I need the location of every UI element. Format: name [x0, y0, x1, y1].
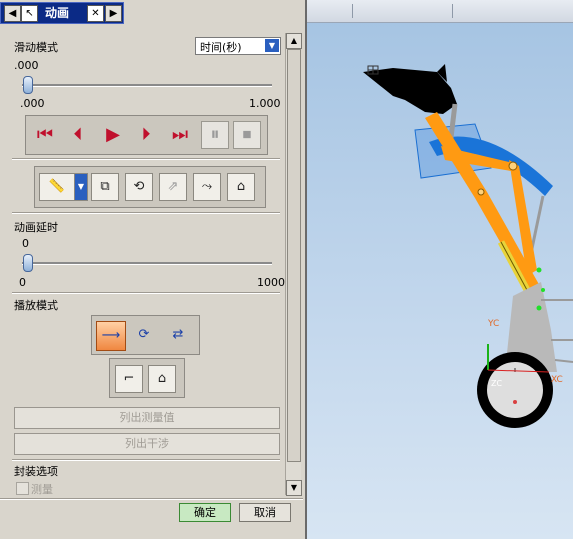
export-tool-icon[interactable]: ⌂: [227, 173, 255, 201]
step-back-icon[interactable]: ⏴: [64, 121, 92, 149]
last-frame-icon[interactable]: ⏭: [166, 121, 194, 149]
playback-controls: ⏮ ⏴ ▶ ⏵ ⏭ ⏸ ⏹: [25, 115, 268, 155]
step-forward-icon[interactable]: ⏵: [132, 121, 160, 149]
ok-button[interactable]: 确定: [179, 503, 231, 522]
dialog-scrollbar[interactable]: ▲ ▼: [285, 33, 302, 496]
divider: [12, 158, 280, 160]
3d-viewport[interactable]: YC XC ZC: [305, 0, 573, 539]
resize-arrow-icon[interactable]: ↖: [21, 5, 38, 22]
animation-dialog: ◀ ↖ 动画 ✕ ▶ 滑动模式 时间(秒) ▼ .000 .000 1.000 …: [0, 0, 307, 539]
pivot-1: [508, 161, 518, 171]
scroll-thumb[interactable]: [287, 49, 301, 462]
measure-checkbox[interactable]: [16, 482, 29, 495]
measure-tool-icon[interactable]: 📏: [39, 173, 75, 201]
pose-a-icon[interactable]: ⌐: [115, 365, 143, 393]
expand-right-icon[interactable]: ▶: [105, 5, 122, 22]
back-and-forth-icon[interactable]: ⇄: [164, 321, 192, 349]
pose-options: ⌐ ⌂: [109, 358, 185, 398]
delay-slider-thumb[interactable]: [23, 254, 33, 272]
delay-min-label: 0: [19, 276, 26, 289]
time-slider-thumb[interactable]: [23, 76, 33, 94]
divider: [12, 459, 280, 461]
explode-tool-icon[interactable]: ⇗: [159, 173, 187, 201]
scroll-down-icon[interactable]: ▼: [286, 480, 302, 496]
animation-delay-label: 动画延时: [14, 221, 58, 234]
play-mode-label: 播放模式: [14, 299, 58, 312]
slider-max-label: 1.000: [249, 97, 281, 110]
delay-current-value: 0: [22, 237, 29, 250]
first-frame-icon[interactable]: ⏮: [31, 121, 59, 149]
slider-mode-dropdown[interactable]: 时间(秒) ▼: [195, 37, 281, 55]
play-once-icon[interactable]: ⟶: [96, 321, 126, 351]
constraint-tool-icon[interactable]: ⤳: [193, 173, 221, 201]
delay-slider-track[interactable]: [22, 262, 272, 265]
slider-current-value: .000: [14, 59, 39, 72]
play-icon[interactable]: ▶: [99, 121, 127, 149]
analysis-tools: 📏 ▼ ⧉ ⟲ ⇗ ⤳ ⌂: [34, 166, 266, 208]
divider: [12, 292, 280, 294]
pose-b-icon[interactable]: ⌂: [148, 365, 176, 393]
divider: [12, 212, 280, 214]
axis-label-yc: YC: [487, 319, 499, 329]
slider-min-label: .000: [20, 97, 45, 110]
measure-checkbox-label: 测量: [31, 483, 53, 496]
delay-max-label: 1000: [257, 276, 285, 289]
measure-dropdown-icon[interactable]: ▼: [74, 173, 88, 201]
interference-tool-icon[interactable]: ⟲: [125, 173, 153, 201]
play-mode-options: ⟶ ⟳ ⇄: [91, 315, 200, 355]
close-icon[interactable]: ✕: [87, 5, 104, 22]
axis-label-zc: ZC: [491, 379, 502, 388]
mechanism-model: YC XC ZC: [363, 64, 573, 428]
axis-label-xc: XC: [551, 375, 563, 385]
dialog-titlebar: ◀ ↖ 动画 ✕ ▶: [0, 2, 124, 24]
cancel-button[interactable]: 取消: [239, 503, 291, 522]
divider: [0, 498, 303, 500]
list-interference-button[interactable]: 列出干涉: [14, 433, 280, 455]
pause-icon[interactable]: ⏸: [201, 121, 229, 149]
chevron-down-icon[interactable]: ▼: [265, 39, 279, 52]
loop-icon[interactable]: ⟳: [130, 321, 158, 349]
collapse-left-icon[interactable]: ◀: [4, 5, 21, 22]
list-measure-button[interactable]: 列出测量值: [14, 407, 280, 429]
scroll-up-icon[interactable]: ▲: [286, 33, 302, 49]
dialog-title: 动画: [45, 6, 70, 20]
package-options-label: 封装选项: [14, 465, 58, 478]
slider-mode-label: 滑动模式: [14, 41, 58, 54]
trace-tool-icon[interactable]: ⧉: [91, 173, 119, 201]
stop-icon[interactable]: ⏹: [233, 121, 261, 149]
time-slider-track[interactable]: [22, 84, 272, 87]
slider-mode-value: 时间(秒): [200, 41, 242, 54]
pivot-2: [477, 188, 485, 196]
